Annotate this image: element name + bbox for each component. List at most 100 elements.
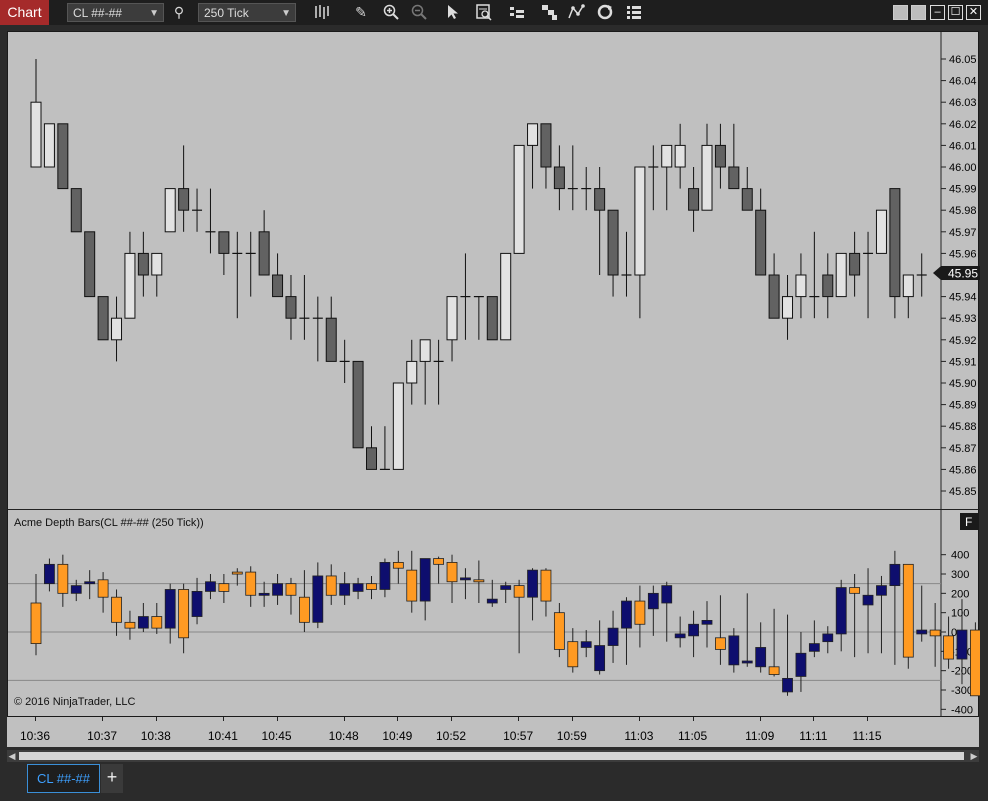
candle [849, 231, 861, 297]
scroll-left-icon[interactable]: ◀ [7, 750, 17, 762]
chart-canvas[interactable]: 46.05 46.04 46.03 46.02 46.01 46.00 45.99 45.98… [8, 32, 988, 718]
scrollbar-thumb[interactable] [19, 752, 964, 760]
candle [634, 166, 646, 319]
drawing-objects-icon[interactable] [567, 3, 585, 21]
price-tick-label: 45.91 [949, 356, 977, 368]
bar-type-icon[interactable] [313, 3, 331, 21]
reload-icon[interactable] [596, 3, 614, 21]
candle [299, 275, 310, 340]
depth-bar [218, 574, 230, 604]
strategies-icon[interactable] [508, 3, 526, 21]
time-tick [759, 717, 761, 721]
draw-tool-icon[interactable]: ✎ [352, 3, 370, 21]
time-tick [692, 717, 694, 721]
time-label: 10:45 [261, 729, 292, 743]
chart-window-label[interactable]: Chart [0, 0, 49, 25]
candle [419, 339, 431, 405]
depth-bar [553, 603, 565, 658]
candle [285, 275, 297, 340]
data-box-icon[interactable] [475, 3, 493, 21]
zoom-in-icon[interactable] [382, 3, 400, 21]
candle [500, 252, 512, 341]
candle [111, 296, 123, 362]
time-label: 11:09 [745, 729, 775, 743]
interval-selector[interactable]: 250 Tick ▼ [198, 3, 296, 22]
depth-bar [339, 572, 351, 605]
depth-bar [929, 603, 941, 667]
depth-bar [500, 581, 512, 604]
candle [688, 167, 700, 232]
depth-bar [661, 581, 673, 642]
depth-bar [151, 603, 163, 634]
candle [581, 167, 592, 211]
candle [460, 253, 471, 340]
minimize-button[interactable]: – [930, 5, 945, 20]
depth-bar [567, 628, 579, 673]
depth-bar [406, 550, 418, 613]
instrument-selector[interactable]: CL ##-## ▼ [67, 3, 164, 22]
time-tick [155, 717, 157, 721]
pointer-icon[interactable] [444, 3, 462, 21]
candle [540, 123, 552, 189]
maximize-button[interactable]: ☐ [948, 5, 963, 20]
price-tick-label: 45.87 [949, 443, 977, 455]
scroll-right-icon[interactable]: ▶ [969, 750, 979, 762]
candle [473, 296, 484, 340]
candle [795, 253, 807, 319]
depth-bar [205, 574, 216, 600]
candle [70, 188, 82, 233]
depth-bar [433, 556, 445, 584]
copyright-label: © 2016 NinjaTrader, LLC [14, 696, 135, 708]
candle [809, 231, 820, 319]
time-label: 11:11 [799, 729, 828, 743]
depth-bar [647, 585, 659, 636]
time-label: 10:41 [207, 729, 238, 743]
time-tick [222, 717, 224, 721]
tab-cl[interactable]: CL ##-## [27, 764, 100, 793]
instrument-search-icon[interactable]: ⚲ [170, 3, 188, 21]
candle [192, 188, 203, 232]
depth-bar [392, 550, 404, 584]
depth-bar [768, 608, 780, 677]
depth-bar [298, 570, 310, 632]
candle [218, 231, 230, 275]
depth-bar [795, 632, 807, 692]
panel-toggle-2[interactable] [911, 5, 926, 20]
add-tab-button[interactable]: + [101, 764, 123, 793]
time-tick [35, 717, 36, 721]
candle [486, 296, 498, 341]
candle [232, 231, 243, 319]
zoom-out-icon[interactable] [410, 3, 428, 21]
panel-toggle-1[interactable] [893, 5, 908, 20]
candle [661, 144, 673, 211]
indicator-tick-label: -300 [951, 685, 973, 697]
horizontal-scrollbar[interactable]: ◀ ▶ [7, 750, 979, 762]
depth-bar [688, 610, 699, 658]
depth-bar [621, 597, 632, 665]
instrument-value: CL ##-## [73, 6, 122, 20]
candle [714, 123, 726, 189]
depth-bar [30, 574, 42, 656]
candle [594, 167, 606, 275]
candle [621, 231, 632, 297]
time-tick [397, 717, 399, 721]
candle [553, 145, 565, 211]
candle [30, 59, 42, 168]
indicator-tick-label: -400 [951, 704, 973, 716]
price-tick-label: 45.96 [949, 248, 977, 260]
indicators-icon[interactable] [540, 3, 558, 21]
candle [258, 210, 270, 276]
properties-icon[interactable] [625, 3, 643, 21]
candle [768, 253, 780, 319]
depth-bar [728, 628, 740, 673]
candle [902, 274, 914, 319]
indicator-tick-label: 200 [951, 588, 969, 600]
close-button[interactable]: ✕ [966, 5, 981, 20]
chart-area[interactable]: 46.05 46.04 46.03 46.02 46.01 46.00 45.99 45.98… [7, 31, 988, 718]
candle [863, 231, 874, 319]
depth-bar [191, 577, 203, 625]
candle [433, 339, 444, 405]
candle [835, 252, 847, 298]
f-button[interactable]: F [960, 513, 978, 530]
candle [84, 231, 96, 298]
